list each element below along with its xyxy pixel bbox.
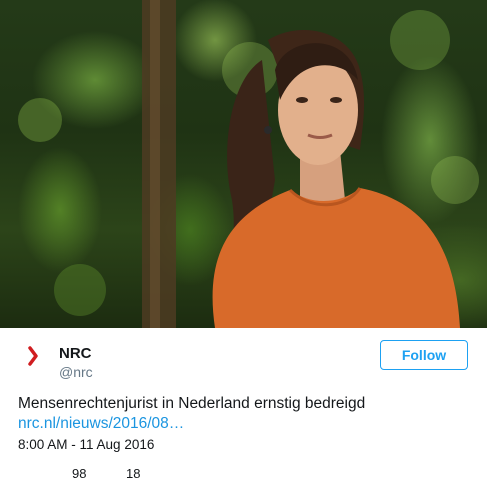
retweet-icon <box>104 465 120 481</box>
retweet-button[interactable]: 18 <box>104 465 140 481</box>
author-name[interactable]: NRC <box>59 345 92 362</box>
heart-icon <box>50 465 66 481</box>
tweet-timestamp[interactable]: 8:00 AM - 11 Aug 2016 <box>18 437 154 452</box>
tweet-text: Mensenrechtenjurist in Nederland ernstig… <box>18 394 468 434</box>
like-button[interactable]: 98 <box>50 465 86 481</box>
author-handle[interactable]: @nrc <box>59 364 93 380</box>
follow-button[interactable]: Follow <box>380 340 468 370</box>
like-count: 98 <box>72 465 87 481</box>
portrait-illustration <box>18 0 479 328</box>
retweet-count: 18 <box>126 465 141 481</box>
tweet-body: Mensenrechtenjurist in Nederland ernstig… <box>18 395 366 412</box>
tweet-link[interactable]: nrc.nl/nieuws/2016/08… <box>18 414 468 434</box>
tweet-photo[interactable] <box>0 0 487 328</box>
nrc-chevron-logo-icon[interactable] <box>24 346 44 366</box>
tweet-card: NRC @nrc Follow Mensenrechtenjurist in N… <box>0 0 487 490</box>
